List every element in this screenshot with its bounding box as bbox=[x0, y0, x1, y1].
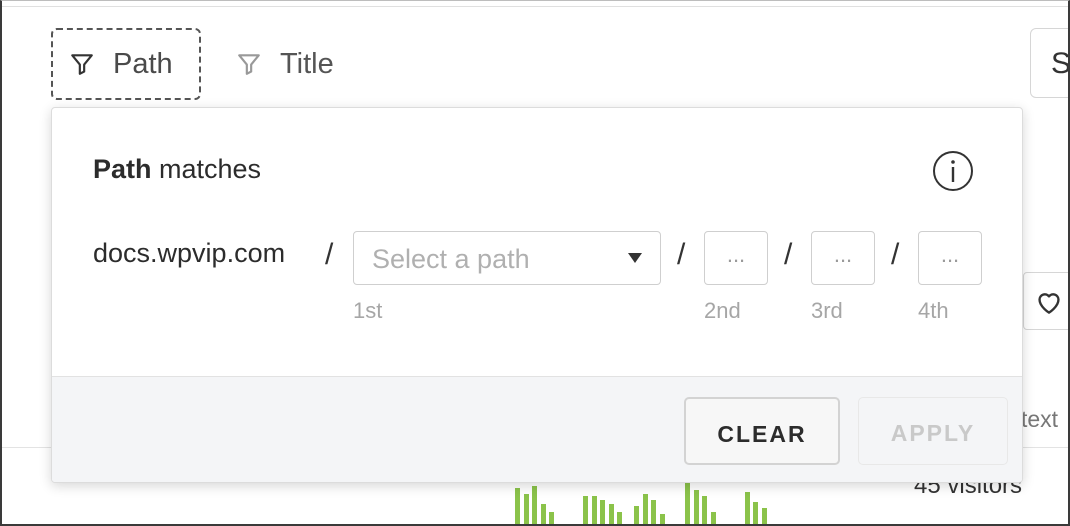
sparkline-bar bbox=[583, 496, 588, 526]
path-select-1st[interactable]: Select a path bbox=[353, 231, 661, 285]
apply-button[interactable]: APPLY bbox=[858, 397, 1008, 465]
path-separator: / bbox=[891, 238, 900, 271]
filter-tab-path[interactable]: Path bbox=[51, 28, 201, 100]
sparkline-bar bbox=[591, 496, 597, 526]
visitor-sparkline bbox=[515, 480, 775, 526]
sparkline-bar bbox=[702, 496, 707, 526]
filter-funnel-icon bbox=[236, 51, 262, 77]
sparkline-bar bbox=[651, 500, 656, 526]
sparkline-bar bbox=[753, 502, 758, 526]
popover-title: Path matches bbox=[93, 154, 261, 185]
filter-tab-title[interactable]: Title bbox=[236, 28, 334, 100]
sparkline-bar bbox=[693, 490, 699, 526]
domain-label: docs.wpvip.com bbox=[93, 238, 286, 268]
segment-label-1st: 1st bbox=[353, 298, 383, 323]
path-separator: / bbox=[784, 238, 793, 271]
sparkline-bar bbox=[549, 512, 554, 526]
favorite-button[interactable] bbox=[1023, 272, 1070, 330]
search-button-partial-label: S bbox=[1051, 47, 1070, 80]
sparkline-bar bbox=[710, 512, 716, 526]
clear-button[interactable]: CLEAR bbox=[684, 397, 840, 465]
segment-label-3rd: 3rd bbox=[811, 298, 843, 323]
top-divider bbox=[0, 6, 1070, 7]
search-button-partial[interactable]: S bbox=[1030, 28, 1070, 98]
sparkline-bar bbox=[659, 514, 665, 526]
sparkline-bar bbox=[608, 504, 614, 526]
heart-icon bbox=[1038, 293, 1060, 314]
segment-label-2nd: 2nd bbox=[704, 298, 741, 323]
path-segment-3rd[interactable]: ... bbox=[811, 231, 875, 285]
sparkline-bar bbox=[617, 512, 622, 526]
sparkline-bar bbox=[540, 504, 546, 526]
popover-title-bold: Path bbox=[93, 154, 152, 184]
sparkline-bar bbox=[600, 500, 605, 526]
popover-title-rest: matches bbox=[151, 154, 262, 184]
sparkline-bar bbox=[515, 488, 520, 526]
path-filter-popover: Path matches docs.wpvip.com / Select a p… bbox=[51, 107, 1023, 483]
filter-tab-title-label: Title bbox=[280, 47, 334, 80]
info-icon[interactable] bbox=[932, 150, 974, 192]
sparkline-bar bbox=[532, 486, 537, 526]
filter-funnel-icon bbox=[69, 51, 95, 77]
path-segment-4th[interactable]: ... bbox=[918, 231, 982, 285]
sparkline-bar bbox=[744, 492, 750, 526]
path-separator: / bbox=[325, 238, 334, 271]
path-separator: / bbox=[677, 238, 686, 271]
segment-label-4th: 4th bbox=[918, 298, 949, 323]
sparkline-bar bbox=[642, 494, 648, 526]
background-text-snippet: text bbox=[1021, 406, 1059, 432]
filter-tab-path-label: Path bbox=[113, 47, 173, 80]
sparkline-bar bbox=[634, 506, 639, 526]
popover-footer: CLEAR APPLY bbox=[52, 376, 1022, 482]
path-segment-2nd[interactable]: ... bbox=[704, 231, 768, 285]
sparkline-bar bbox=[523, 494, 529, 526]
sparkline-bar bbox=[761, 508, 767, 526]
sparkline-bar bbox=[685, 482, 690, 526]
path-select-placeholder: Select a path bbox=[372, 244, 530, 274]
caret-down-icon bbox=[628, 253, 642, 263]
